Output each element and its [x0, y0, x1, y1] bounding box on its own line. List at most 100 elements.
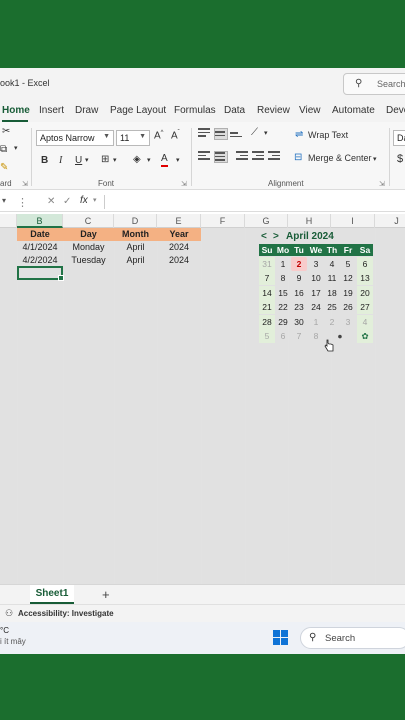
merge-center-button[interactable]: Merge & Center: [308, 153, 372, 163]
calendar-day[interactable]: 6: [357, 257, 373, 271]
calendar-day[interactable]: 17: [308, 286, 324, 300]
calendar-day[interactable]: 29: [275, 315, 291, 329]
tab-developer[interactable]: Deve: [386, 105, 405, 116]
calendar-day[interactable]: 14: [259, 286, 275, 300]
windows-start-icon[interactable]: [273, 630, 289, 646]
font-color-button[interactable]: A: [161, 153, 168, 167]
align-center-icon[interactable]: [214, 151, 228, 163]
calendar-day[interactable]: 10: [308, 271, 324, 285]
align-right-icon[interactable]: [236, 151, 250, 163]
tab-draw[interactable]: Draw: [75, 105, 98, 116]
calendar-day[interactable]: 9: [291, 271, 307, 285]
accessibility-status[interactable]: Accessibility: Investigate: [18, 609, 114, 618]
table-header-cell[interactable]: Year: [157, 228, 201, 241]
calendar-day[interactable]: 23: [291, 300, 307, 314]
calendar-day[interactable]: 4: [324, 257, 340, 271]
underline-dropdown-icon[interactable]: ▾: [85, 156, 89, 164]
calendar-day[interactable]: 16: [291, 286, 307, 300]
namebox-dropdown-icon[interactable]: ▾: [2, 196, 6, 205]
search-box[interactable]: ⚲ Search: [343, 73, 405, 95]
calendar-day[interactable]: 25: [324, 300, 340, 314]
tab-home[interactable]: Home: [2, 105, 30, 116]
increase-indent-icon[interactable]: [268, 151, 282, 163]
calendar-day[interactable]: 27: [357, 300, 373, 314]
calendar-day[interactable]: 21: [259, 300, 275, 314]
tab-review[interactable]: Review: [257, 105, 290, 116]
table-cell[interactable]: 2024: [157, 254, 201, 267]
weather-temperature[interactable]: °C: [0, 626, 9, 635]
info-icon[interactable]: ●: [332, 329, 348, 343]
sheet-tab[interactable]: Sheet1: [30, 585, 74, 604]
prev-month-button[interactable]: <: [261, 231, 267, 242]
column-header-h[interactable]: H: [288, 214, 331, 228]
number-format-select[interactable]: Da: [393, 130, 405, 146]
table-header-cell[interactable]: Date: [17, 228, 63, 241]
fx-dropdown-icon[interactable]: ▾: [93, 196, 97, 204]
insert-function-button[interactable]: fx: [80, 195, 88, 206]
calendar-day-today[interactable]: 2: [291, 257, 307, 271]
calendar-day[interactable]: 2: [324, 315, 340, 329]
merge-dropdown-icon[interactable]: ▾: [373, 155, 377, 163]
calendar-day[interactable]: 1: [275, 257, 291, 271]
calendar-day[interactable]: 6: [275, 329, 291, 343]
calendar-day[interactable]: 28: [259, 315, 275, 329]
calendar-day[interactable]: 31: [259, 257, 275, 271]
clipboard-launcher-icon[interactable]: ⇲: [22, 180, 28, 188]
calendar-day[interactable]: 13: [357, 271, 373, 285]
column-header-j[interactable]: J: [375, 214, 405, 228]
table-cell[interactable]: April: [114, 241, 157, 254]
calendar-day[interactable]: 5: [259, 329, 275, 343]
calendar-day[interactable]: 30: [291, 315, 307, 329]
merge-center-icon[interactable]: ⊟: [294, 152, 302, 163]
table-header-cell[interactable]: Month: [114, 228, 157, 241]
table-cell[interactable]: Monday: [63, 241, 114, 254]
weather-description[interactable]: i ít mây: [0, 637, 26, 646]
calendar-day[interactable]: 8: [308, 329, 324, 343]
tab-data[interactable]: Data: [224, 105, 245, 116]
column-header-c[interactable]: C: [63, 214, 114, 228]
calendar-day[interactable]: 7: [291, 329, 307, 343]
font-size-select[interactable]: 11 ▼: [116, 130, 150, 146]
calendar-day[interactable]: 19: [340, 286, 356, 300]
taskbar-search[interactable]: ⚲ Search: [300, 627, 405, 649]
calendar-day[interactable]: 1: [308, 315, 324, 329]
tab-page-layout[interactable]: Page Layout: [110, 105, 166, 116]
fill-color-dropdown-icon[interactable]: ▾: [147, 156, 151, 164]
add-sheet-button[interactable]: +: [102, 587, 110, 602]
tab-formulas[interactable]: Formulas: [174, 105, 216, 116]
fill-color-icon[interactable]: ◈: [133, 154, 141, 165]
calendar-day[interactable]: 18: [324, 286, 340, 300]
column-header-b[interactable]: B: [17, 214, 63, 228]
enter-icon[interactable]: ✓: [63, 196, 71, 207]
active-cell[interactable]: [17, 266, 64, 281]
corner-header[interactable]: [0, 214, 17, 228]
orientation-icon[interactable]: ⟋: [251, 127, 258, 138]
calendar-day[interactable]: 7: [259, 271, 275, 285]
cancel-icon[interactable]: ✕: [47, 196, 55, 207]
italic-button[interactable]: I: [59, 155, 62, 166]
increase-font-button[interactable]: A^: [154, 130, 164, 141]
table-cell[interactable]: April: [114, 254, 157, 267]
column-header-f[interactable]: F: [201, 214, 245, 228]
orientation-dropdown-icon[interactable]: ▾: [264, 129, 268, 137]
calendar-day[interactable]: 4: [357, 315, 373, 329]
copy-icon[interactable]: ⧉: [0, 144, 7, 155]
cut-icon[interactable]: ✂: [2, 126, 10, 137]
bold-button[interactable]: B: [41, 155, 48, 166]
next-month-button[interactable]: >: [273, 231, 279, 242]
font-launcher-icon[interactable]: ⇲: [181, 180, 187, 188]
wrap-text-icon[interactable]: ⇌: [295, 129, 303, 140]
settings-icon[interactable]: ✿: [357, 329, 373, 343]
column-header-g[interactable]: G: [245, 214, 288, 228]
calendar-day[interactable]: 20: [357, 286, 373, 300]
table-header-cell[interactable]: Day: [63, 228, 114, 241]
calendar-day[interactable]: 24: [308, 300, 324, 314]
currency-button[interactable]: $: [397, 153, 403, 165]
borders-dropdown-icon[interactable]: ▾: [113, 156, 117, 164]
copy-dropdown-icon[interactable]: ▾: [14, 144, 18, 152]
calendar-day[interactable]: 3: [308, 257, 324, 271]
calendar-day[interactable]: 12: [340, 271, 356, 285]
align-top-icon[interactable]: [198, 128, 212, 140]
format-painter-icon[interactable]: ✎: [0, 162, 8, 173]
tab-automate[interactable]: Automate: [332, 105, 375, 116]
